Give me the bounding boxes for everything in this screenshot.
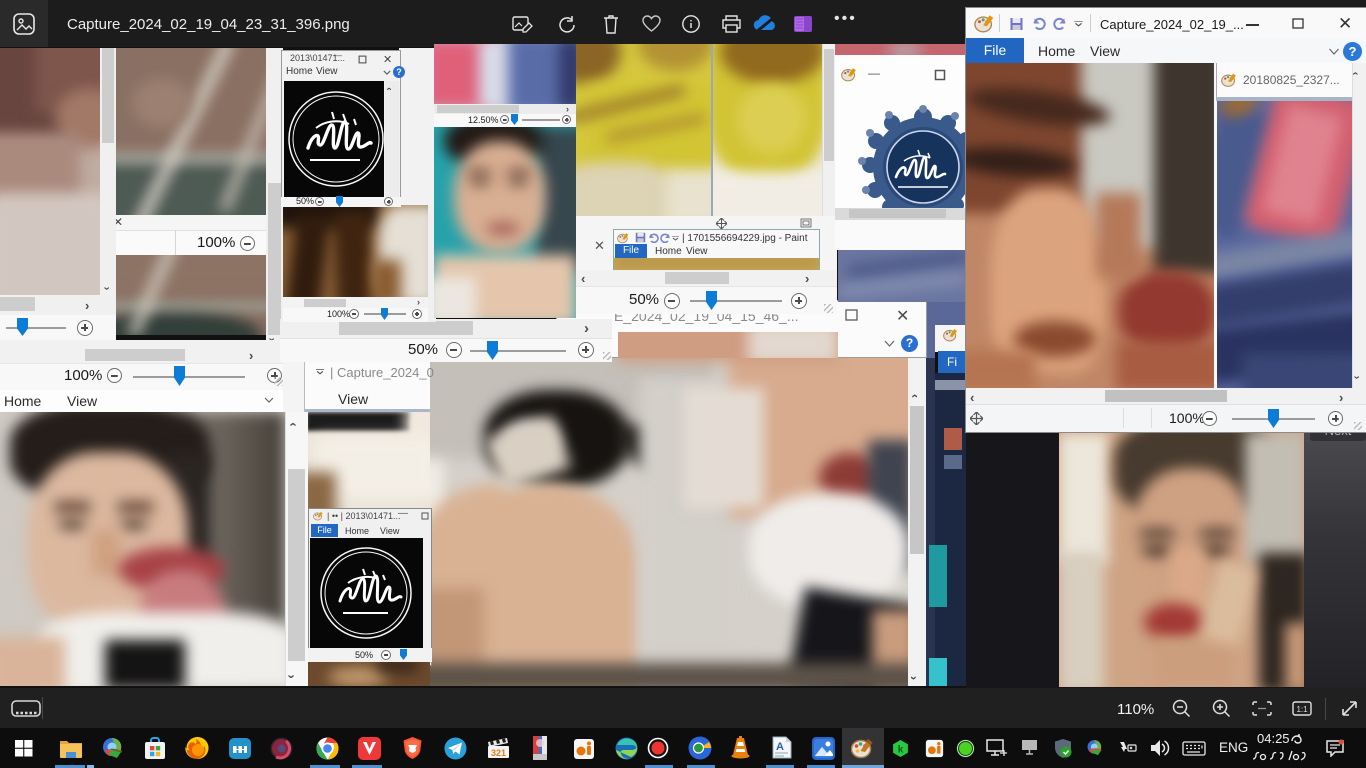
svg-text:1:1: 1:1 (1296, 705, 1308, 714)
svg-text:A: A (776, 741, 784, 753)
svg-text:k: k (898, 745, 904, 756)
svg-text:321: 321 (491, 748, 506, 758)
